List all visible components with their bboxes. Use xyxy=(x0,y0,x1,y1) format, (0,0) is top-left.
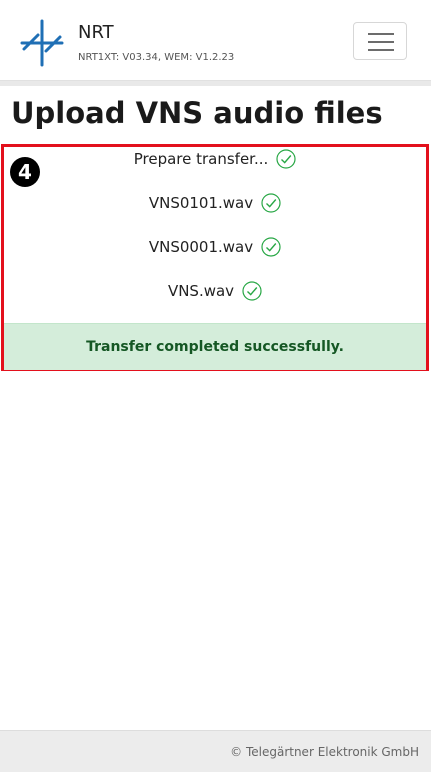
transfer-item-label: Prepare transfer... xyxy=(133,150,269,168)
footer-copyright: © Telegärtner Elektronik GmbH xyxy=(230,745,419,759)
top-navbar: NRT NRT1XT: V03.34, WEM: V1.2.23 xyxy=(0,0,431,81)
transfer-item-label: VNS0101.wav xyxy=(148,194,254,212)
transfer-status-panel: 4 Prepare transfer... VNS0101.wav VNS000… xyxy=(1,144,429,371)
hamburger-menu-icon xyxy=(368,49,394,51)
brand-title: NRT xyxy=(78,22,114,43)
transfer-item: Prepare transfer... xyxy=(4,149,426,169)
success-alert: Transfer completed successfully. xyxy=(4,323,426,370)
check-circle-icon xyxy=(242,281,262,301)
hamburger-menu-icon xyxy=(368,33,394,35)
check-circle-icon xyxy=(261,237,281,257)
footer: © Telegärtner Elektronik GmbH xyxy=(0,730,431,772)
header-divider xyxy=(0,81,431,86)
page-title: Upload VNS audio files xyxy=(11,96,383,130)
transfer-item: VNS0101.wav xyxy=(4,193,426,213)
hamburger-menu-button[interactable] xyxy=(353,22,407,60)
check-circle-icon xyxy=(261,193,281,213)
transfer-item-label: VNS0001.wav xyxy=(148,238,254,256)
transfer-item: VNS.wav xyxy=(4,281,426,301)
telegaertner-logo-icon[interactable] xyxy=(20,19,64,67)
brand-version: NRT1XT: V03.34, WEM: V1.2.23 xyxy=(78,52,235,63)
check-circle-icon xyxy=(276,149,296,169)
transfer-item-label: VNS.wav xyxy=(167,282,235,300)
hamburger-menu-icon xyxy=(368,41,394,43)
transfer-item: VNS0001.wav xyxy=(4,237,426,257)
